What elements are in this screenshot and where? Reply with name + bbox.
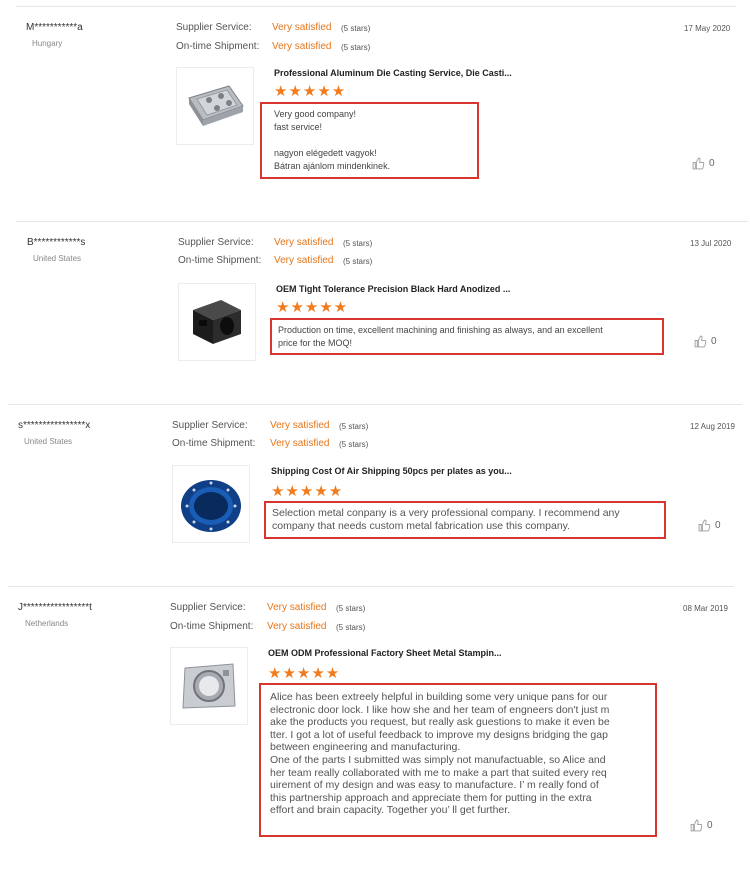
review-date: 12 Aug 2019 xyxy=(690,422,735,431)
reviewer-name: M***********a xyxy=(26,22,83,33)
review-date: 17 May 2020 xyxy=(684,24,731,33)
review-card: M***********a Hungary Supplier Service: … xyxy=(16,6,736,217)
supplier-service-stars: (5 stars) xyxy=(341,24,371,33)
ontime-shipment-stars: (5 stars) xyxy=(343,257,373,266)
thumbs-up-icon xyxy=(690,819,703,832)
reviewer-country: Hungary xyxy=(32,39,63,48)
like-button[interactable]: 0 xyxy=(692,157,715,170)
ontime-shipment-value: Very satisfied xyxy=(274,255,334,266)
product-title-link[interactable]: OEM Tight Tolerance Precision Black Hard… xyxy=(276,284,510,294)
supplier-service-value: Very satisfied xyxy=(274,237,334,248)
aluminum-tray-icon xyxy=(188,85,244,126)
ontime-shipment-label: On-time Shipment: xyxy=(176,41,260,52)
black-block-icon xyxy=(193,300,241,344)
review-comment-box: Alice has been extreely helpful in build… xyxy=(259,683,657,837)
ontime-shipment-label: On-time Shipment: xyxy=(178,255,262,266)
product-thumbnail[interactable] xyxy=(176,67,254,145)
review-comment-box: Very good company! fast service! nagyon … xyxy=(260,102,479,179)
reviewer-country: United States xyxy=(33,254,82,263)
review-date: 08 Mar 2019 xyxy=(683,604,728,613)
rating-stars: ★★★★★ xyxy=(276,299,349,316)
reviewer-name: B************s xyxy=(27,237,86,248)
rating-stars: ★★★★★ xyxy=(274,83,347,100)
review-comment: Production on time, excellent machining … xyxy=(278,325,603,348)
supplier-service-value: Very satisfied xyxy=(270,420,330,431)
blue-plate-icon xyxy=(181,480,241,532)
like-count: 0 xyxy=(707,820,713,831)
review-card: B************s United States Supplier Se… xyxy=(16,221,748,402)
reviewer-name: s****************x xyxy=(18,420,91,431)
supplier-service-label: Supplier Service: xyxy=(176,22,252,33)
reviewer-country: Netherlands xyxy=(25,619,69,628)
reviewer-country: United States xyxy=(24,437,73,446)
like-count: 0 xyxy=(711,336,717,347)
thumbs-up-icon xyxy=(692,157,705,170)
review-comment: Very good company! fast service! nagyon … xyxy=(274,109,391,171)
review-card: s****************x United States Supplie… xyxy=(8,404,742,585)
thumbs-up-icon xyxy=(694,335,707,348)
like-button[interactable]: 0 xyxy=(694,335,717,348)
ontime-shipment-value: Very satisfied xyxy=(272,41,332,52)
review-card: J*****************t Netherlands Supplier… xyxy=(8,586,734,887)
product-title-link[interactable]: Professional Aluminum Die Casting Servic… xyxy=(274,68,512,78)
ontime-shipment-label: On-time Shipment: xyxy=(170,621,254,632)
sheet-metal-icon xyxy=(182,663,236,709)
like-count: 0 xyxy=(709,158,715,169)
rating-stars: ★★★★★ xyxy=(271,483,344,500)
review-comment: Selection metal conpany is a very profes… xyxy=(272,507,620,532)
ontime-shipment-stars: (5 stars) xyxy=(341,43,371,52)
supplier-service-stars: (5 stars) xyxy=(336,604,366,613)
ontime-shipment-stars: (5 stars) xyxy=(339,440,369,449)
reviewer-name: J*****************t xyxy=(18,602,92,613)
product-title-link[interactable]: OEM ODM Professional Factory Sheet Metal… xyxy=(268,648,502,658)
ontime-shipment-value: Very satisfied xyxy=(270,438,330,449)
ontime-shipment-stars: (5 stars) xyxy=(336,623,366,632)
product-thumbnail[interactable] xyxy=(172,465,250,543)
supplier-service-label: Supplier Service: xyxy=(170,602,246,613)
supplier-service-value: Very satisfied xyxy=(267,602,327,613)
review-comment-box: Production on time, excellent machining … xyxy=(270,318,664,355)
like-button[interactable]: 0 xyxy=(698,519,721,532)
supplier-service-label: Supplier Service: xyxy=(172,420,248,431)
like-button[interactable]: 0 xyxy=(690,819,713,832)
thumbs-up-icon xyxy=(698,519,711,532)
rating-stars: ★★★★★ xyxy=(268,665,341,682)
product-title-link[interactable]: Shipping Cost Of Air Shipping 50pcs per … xyxy=(271,466,512,476)
like-count: 0 xyxy=(715,520,721,531)
ontime-shipment-value: Very satisfied xyxy=(267,621,327,632)
ontime-shipment-label: On-time Shipment: xyxy=(172,438,256,449)
supplier-service-stars: (5 stars) xyxy=(339,422,369,431)
review-comment-box: Selection metal conpany is a very profes… xyxy=(264,501,666,539)
product-thumbnail[interactable] xyxy=(178,283,256,361)
review-date: 13 Jul 2020 xyxy=(690,239,732,248)
product-thumbnail[interactable] xyxy=(170,647,248,725)
supplier-service-value: Very satisfied xyxy=(272,22,332,33)
supplier-service-label: Supplier Service: xyxy=(178,237,254,248)
review-comment: Alice has been extreely helpful in build… xyxy=(270,691,610,817)
supplier-service-stars: (5 stars) xyxy=(343,239,373,248)
